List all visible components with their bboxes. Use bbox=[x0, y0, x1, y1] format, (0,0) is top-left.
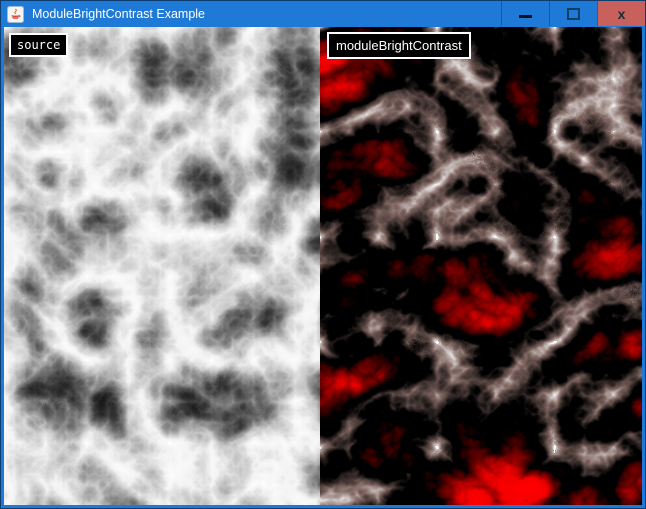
source-texture bbox=[4, 27, 320, 505]
source-image-label: source bbox=[9, 33, 68, 57]
content-area: source moduleBrightContrast bbox=[4, 27, 642, 505]
close-icon: x bbox=[618, 7, 626, 21]
app-window: ModuleBrightContrast Example x bbox=[0, 0, 646, 509]
maximize-icon bbox=[567, 8, 580, 20]
processed-image-panel: moduleBrightContrast bbox=[320, 27, 642, 505]
minimize-button[interactable] bbox=[501, 1, 549, 26]
maximize-button[interactable] bbox=[549, 1, 597, 26]
minimize-icon bbox=[519, 15, 532, 18]
source-image-panel: source bbox=[4, 27, 320, 505]
titlebar[interactable]: ModuleBrightContrast Example x bbox=[1, 1, 645, 27]
java-coffee-cup-icon bbox=[7, 6, 24, 23]
window-controls: x bbox=[501, 1, 645, 27]
processed-image-label: moduleBrightContrast bbox=[327, 32, 471, 59]
processed-texture bbox=[320, 27, 642, 505]
window-title: ModuleBrightContrast Example bbox=[32, 7, 501, 21]
close-button[interactable]: x bbox=[597, 1, 645, 26]
